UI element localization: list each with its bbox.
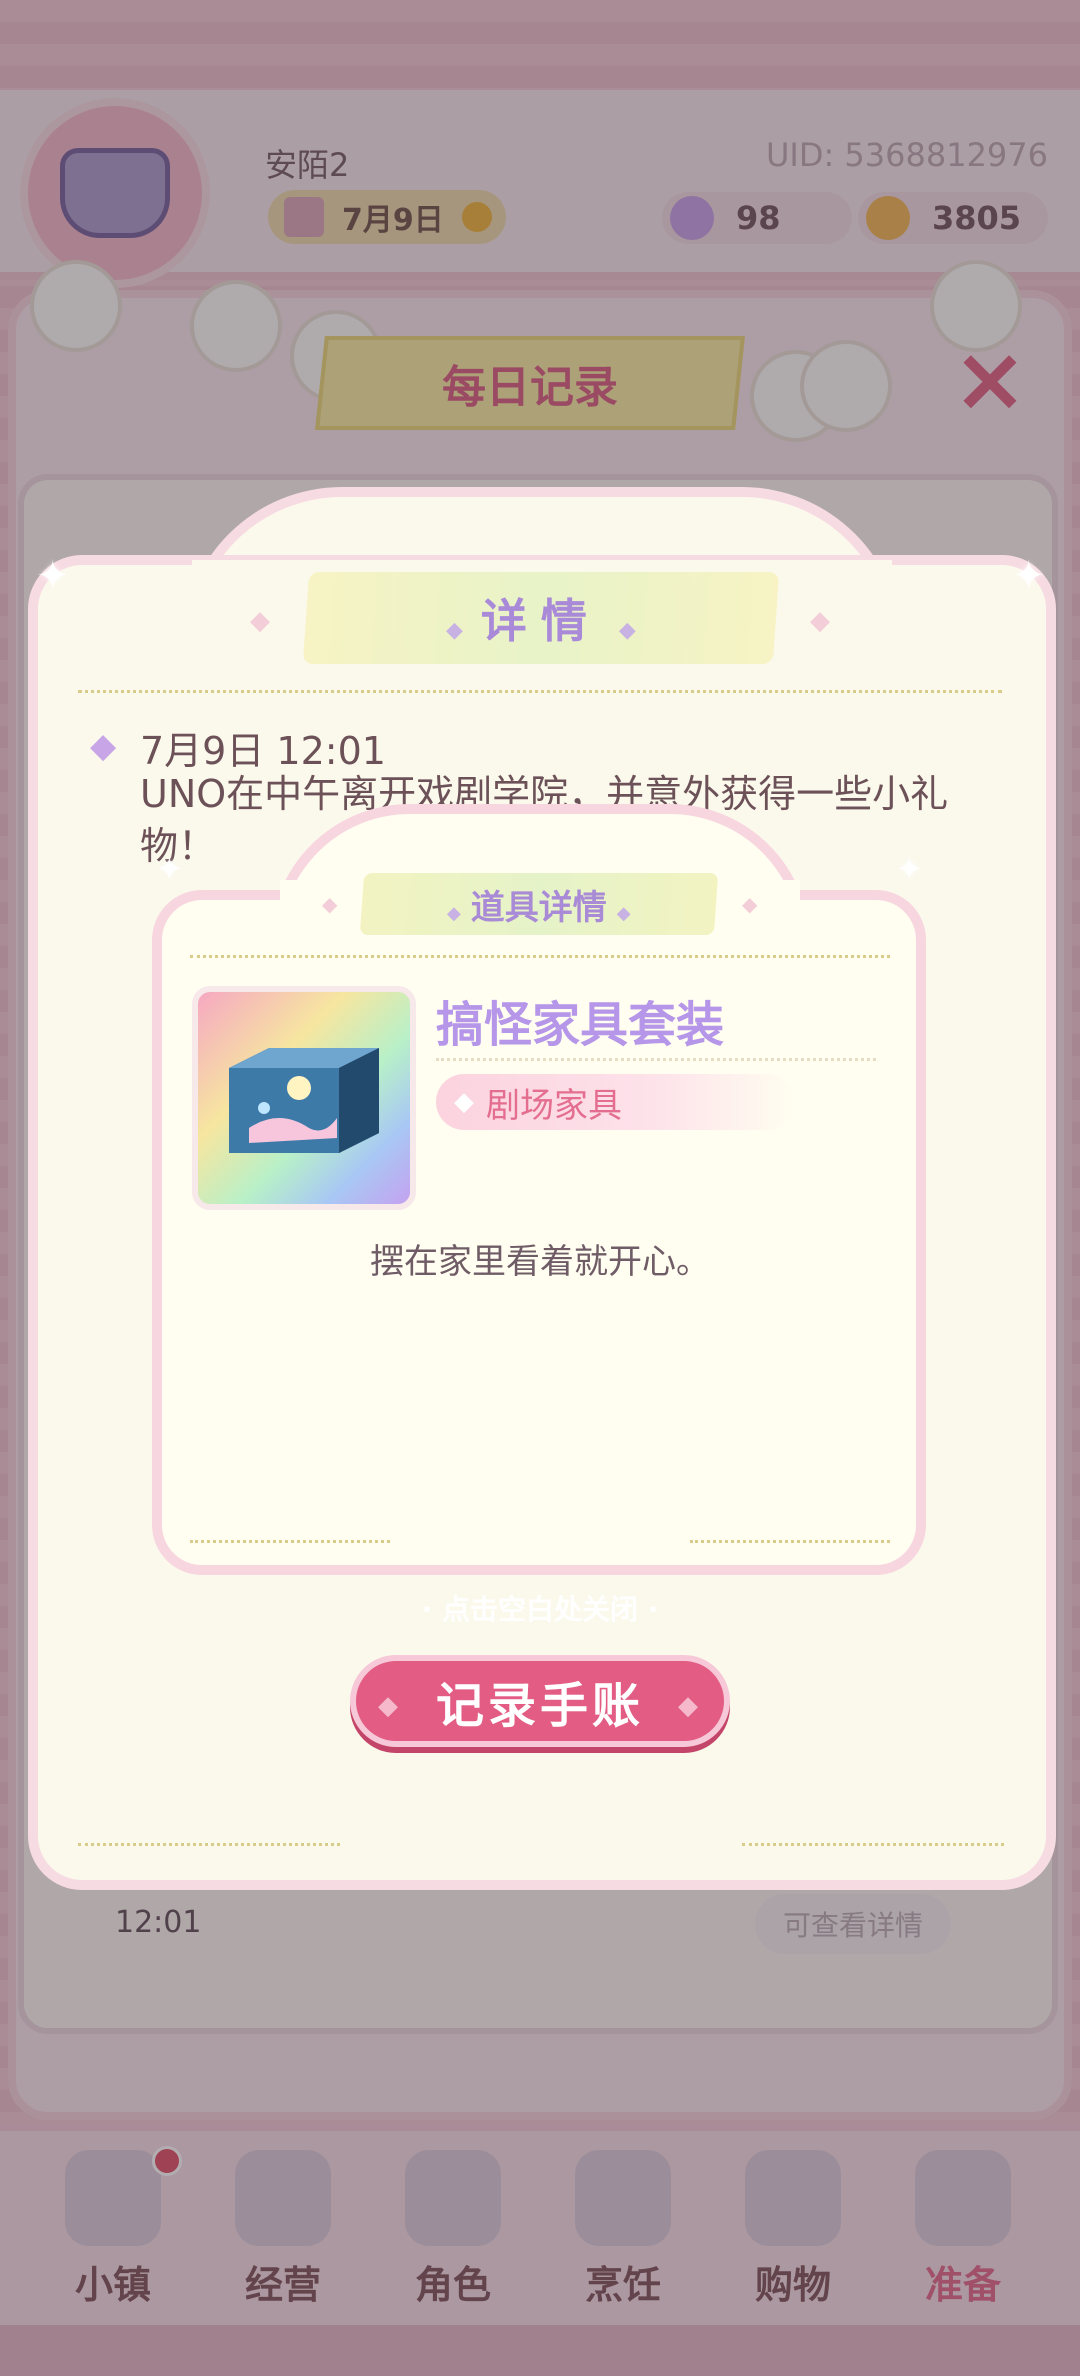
divider [190, 955, 890, 958]
sparkle-icon: ✦ [896, 850, 923, 888]
close-hint: · 点击空白处关闭 · [421, 1593, 659, 1626]
divider [190, 1540, 390, 1543]
details-title: ◆ 详情 ◆ [302, 572, 780, 664]
divider [78, 1843, 340, 1846]
sparkle-icon: ✦ [156, 850, 183, 888]
diamond-icon: ◆ [250, 606, 270, 636]
record-journal-button[interactable]: ◆ 记录手账 ◆ [350, 1655, 730, 1747]
diamond-icon: ◆ [378, 1691, 402, 1721]
sparkle-icon: ✦ [36, 553, 70, 599]
diamond-icon: ◆ [322, 892, 338, 916]
divider [436, 1058, 876, 1061]
diamond-icon: ◆ [742, 892, 758, 916]
item-description: 摆在家里看着就开心。 [370, 1242, 710, 1282]
sparkle-icon: ✦ [1012, 553, 1046, 599]
blue-gift-box-icon [229, 1048, 379, 1153]
entry-diamond-icon: ◆ [90, 726, 117, 766]
item-detail-title: ◆ 道具详情 ◆ [359, 873, 719, 935]
item-thumbnail [192, 986, 416, 1210]
diamond-icon: ◆ [454, 1087, 474, 1117]
diamond-icon: ◆ [678, 1691, 702, 1721]
diamond-icon: ◆ [810, 606, 830, 636]
entry-datetime: 7月9日 12:01 [140, 729, 386, 773]
item-category-tag: ◆ 剧场家具 [436, 1074, 796, 1130]
divider [690, 1540, 890, 1543]
divider [78, 690, 1002, 693]
divider [742, 1843, 1004, 1846]
item-name: 搞怪家具套装 [436, 997, 725, 1053]
